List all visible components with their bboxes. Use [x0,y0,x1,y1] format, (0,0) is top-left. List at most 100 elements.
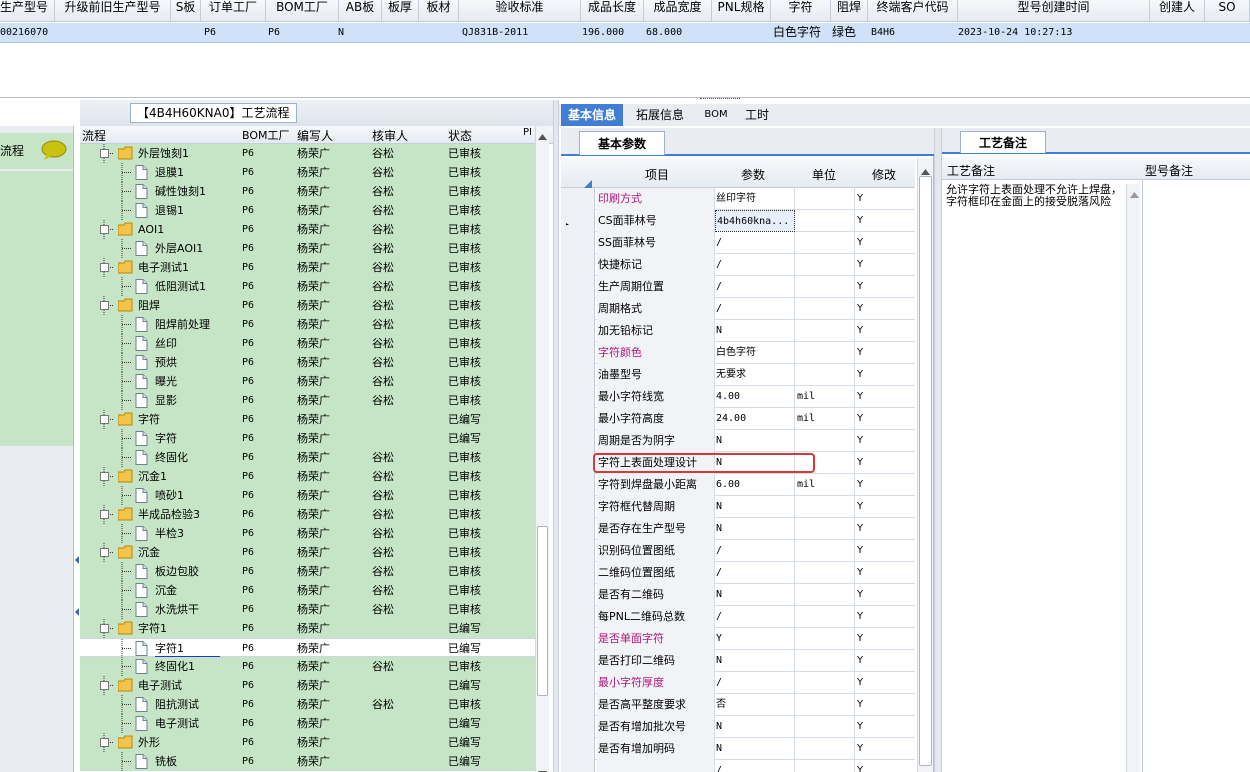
col-header-width[interactable]: 成品宽度 [644,0,712,22]
row-indicator[interactable] [561,342,595,364]
param-edit[interactable]: Y [855,496,915,518]
param-edit[interactable]: Y [855,584,915,606]
row-indicator[interactable] [561,584,595,606]
row-indicator[interactable] [561,760,595,772]
param-value[interactable]: / [715,562,795,584]
param-edit[interactable]: Y [855,716,915,738]
param-row[interactable]: / Y [561,760,915,772]
param-edit[interactable]: Y [855,254,915,276]
tree-step-row[interactable]: 外层AOI1 P6 杨荣广 谷松 已审核 [80,239,535,258]
param-row[interactable]: 字符颜色 白色字符 Y [561,342,915,364]
param-row[interactable]: 是否有二维码 N Y [561,584,915,606]
row-indicator[interactable] [561,628,595,650]
param-edit[interactable]: Y [855,276,915,298]
param-value[interactable]: / [715,606,795,628]
row-indicator[interactable] [561,364,595,386]
remark-text[interactable]: 允许字符上表面处理不允许上焊盘，字符框印在金面上的接受脱落风险 [946,184,1124,208]
param-row[interactable]: 是否存在生产型号 N Y [561,518,915,540]
param-edit[interactable]: Y [855,738,915,760]
tree-step-row[interactable]: 板边包胶 P6 杨荣广 谷松 已审核 [80,562,535,581]
row-indicator[interactable] [561,408,595,430]
flow-header-status[interactable]: 状态 [448,127,472,144]
param-value[interactable]: N [715,496,795,518]
param-row[interactable]: 周期格式 / Y [561,298,915,320]
vertical-splitter-2[interactable] [934,128,942,772]
param-edit[interactable]: Y [855,298,915,320]
param-row[interactable]: 快捷标记 / Y [561,254,915,276]
tab-extended-info[interactable]: 拓展信息 [629,104,691,126]
param-value[interactable]: / [715,298,795,320]
row-indicator[interactable] [561,496,595,518]
param-value[interactable]: 否 [715,694,795,716]
row-indicator[interactable] [561,562,595,584]
param-value[interactable]: 4.00 [715,386,795,408]
param-value[interactable]: / [715,276,795,298]
tree-group-row[interactable]: 沉金 P6 杨荣广 谷松 已审核 [80,543,535,562]
col-header-ab-board[interactable]: AB板 [339,0,382,22]
row-indicator[interactable] [561,518,595,540]
col-header-bom-factory[interactable]: BOM工厂 [266,0,339,22]
param-edit[interactable]: Y [855,408,915,430]
row-indicator[interactable] [561,188,595,210]
param-row[interactable]: 是否有增加批次号 N Y [561,716,915,738]
col-header-length[interactable]: 成品长度 [581,0,644,22]
param-edit[interactable]: Y [855,650,915,672]
param-edit[interactable]: Y [855,320,915,342]
flow-header-bom[interactable]: BOM工厂 [242,127,290,143]
collapse-toggle-icon[interactable] [100,415,109,424]
param-value[interactable]: / [715,254,795,276]
param-value[interactable]: / [715,232,795,254]
param-value[interactable]: Y [715,628,795,650]
param-row[interactable]: 每PNL二维码总数 / Y [561,606,915,628]
tab-work-hours[interactable]: 工时 [739,104,775,126]
param-edit[interactable]: Y [855,540,915,562]
remark-scrollbar[interactable] [1126,184,1140,772]
param-row[interactable]: SS面菲林号 / Y [561,232,915,254]
param-row[interactable]: 生产周期位置 / Y [561,276,915,298]
row-indicator[interactable] [561,232,595,254]
tree-step-row[interactable]: 铣板 P6 杨荣广 已编写 [80,752,535,771]
param-row[interactable]: 是否单面字符 Y Y [561,628,915,650]
param-row[interactable]: 周期是否为阴字 N Y [561,430,915,452]
params-header-item[interactable]: 项目 [645,166,669,183]
tree-step-row[interactable]: 终固化 P6 杨荣广 谷松 已审核 [80,448,535,467]
param-row[interactable]: 最小字符厚度 / Y [561,672,915,694]
remark-tab[interactable]: 工艺备注 [960,131,1046,153]
param-edit[interactable]: Y [855,518,915,540]
param-edit[interactable]: Y [855,210,915,232]
param-row[interactable]: 字符到焊盘最小距离 6.00 mil Y [561,474,915,496]
collapse-toggle-icon[interactable] [100,624,109,633]
tree-step-row[interactable]: 水洗烘干 P6 杨荣广 谷松 已审核 [80,600,535,619]
flow-header-name[interactable]: 流程 [82,127,106,144]
param-value[interactable]: / [715,672,795,694]
param-edit[interactable]: Y [855,232,915,254]
col-header-character[interactable]: 字符 [771,0,831,22]
param-row[interactable]: 二维码位置图纸 / Y [561,562,915,584]
param-row[interactable]: 是否有增加明码 N Y [561,738,915,760]
tree-step-row[interactable]: 显影 P6 杨荣广 谷松 已审核 [80,391,535,410]
tree-group-row[interactable]: 电子测试 P6 杨荣广 已编写 [80,676,535,695]
col-header-so[interactable]: SO [1205,0,1250,22]
row-indicator[interactable] [561,540,595,562]
tree-step-row[interactable]: 喷砂1 P6 杨荣广 谷松 已审核 [80,486,535,505]
tree-group-row[interactable]: 半成品检验3 P6 杨荣广 谷松 已审核 [80,505,535,524]
tree-step-row[interactable]: 退锡1 P6 杨荣广 谷松 已审核 [80,201,535,220]
left-nav-item[interactable]: 流程 [0,133,73,169]
param-value[interactable]: N [715,430,795,452]
tab-basic-info[interactable]: 基本信息 [561,104,623,126]
param-value[interactable]: N [715,584,795,606]
param-row[interactable]: 油墨型号 无要求 Y [561,364,915,386]
scroll-up-icon[interactable] [1130,187,1139,201]
tree-group-row[interactable]: 字符1 P6 杨荣广 已编写 [80,619,535,638]
param-value[interactable]: N [715,716,795,738]
param-value[interactable]: 白色字符 [715,342,795,364]
tree-step-row[interactable]: 电子测试 P6 杨荣广 已编写 [80,714,535,733]
param-edit[interactable]: Y [855,188,915,210]
row-indicator[interactable] [561,386,595,408]
collapse-toggle-icon[interactable] [100,681,109,690]
tree-group-row[interactable]: 外形 P6 杨荣广 已编写 [80,733,535,752]
param-edit[interactable]: Y [855,562,915,584]
tree-group-row[interactable]: 字符 P6 杨荣广 已编写 [80,410,535,429]
tree-step-row[interactable]: 终固化1 P6 杨荣广 谷松 已审核 [80,657,535,676]
row-indicator[interactable] [561,430,595,452]
